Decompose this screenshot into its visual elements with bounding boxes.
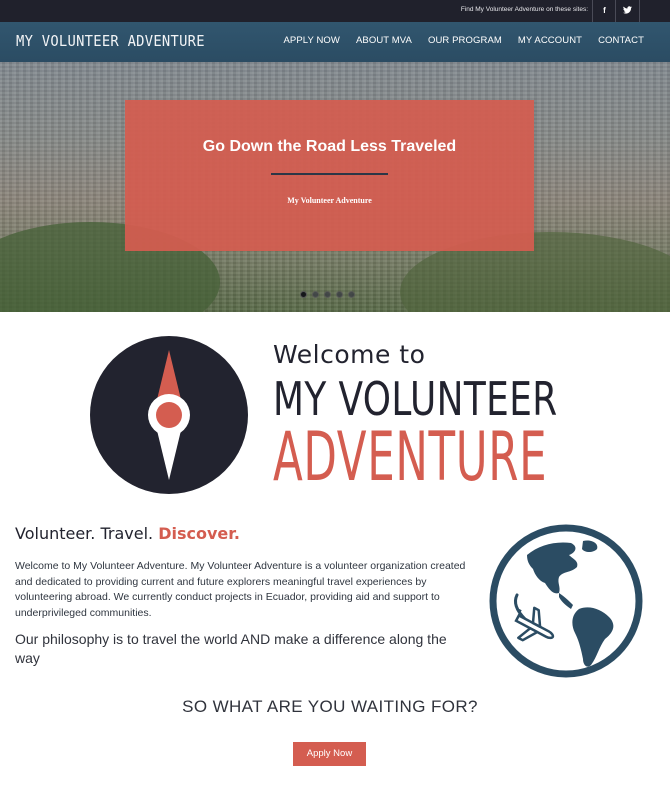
cta-heading: SO WHAT ARE YOU WAITING FOR? xyxy=(182,697,478,716)
tagline-accent: Discover. xyxy=(158,524,240,543)
slider-pagination xyxy=(300,291,355,298)
find-us-text: Find My Volunteer Adventure on these sit… xyxy=(460,6,588,13)
hero-slider: Go Down the Road Less Traveled My Volunt… xyxy=(0,62,670,312)
intro-paragraph: Welcome to My Volunteer Adventure. My Vo… xyxy=(15,560,466,619)
slider-dot-4[interactable] xyxy=(336,291,343,298)
compass-icon xyxy=(90,336,248,494)
hero-subtitle: My Volunteer Adventure xyxy=(287,196,372,205)
nav-my-account[interactable]: MY ACCOUNT xyxy=(518,35,582,46)
slider-dot-3[interactable] xyxy=(324,291,331,298)
hero-caption-box: Go Down the Road Less Traveled My Volunt… xyxy=(125,100,534,251)
nav-our-program[interactable]: OUR PROGRAM xyxy=(428,35,502,46)
hero-divider xyxy=(271,173,388,175)
slider-dot-1[interactable] xyxy=(300,291,307,298)
slider-dot-5[interactable] xyxy=(348,291,355,298)
slider-dot-2[interactable] xyxy=(312,291,319,298)
hero-title: Go Down the Road Less Traveled xyxy=(202,138,457,155)
globe-airplane-icon xyxy=(489,524,643,678)
facebook-icon[interactable]: f xyxy=(592,0,616,22)
philosophy-text: Our philosophy is to travel the world AN… xyxy=(15,631,447,666)
main-navbar: MY VOLUNTEER ADVENTURE APPLY NOW ABOUT M… xyxy=(0,22,670,62)
tagline-text: Volunteer. Travel. xyxy=(15,524,159,543)
main-nav: APPLY NOW ABOUT MVA OUR PROGRAM MY ACCOU… xyxy=(267,35,644,46)
nav-apply-now[interactable]: APPLY NOW xyxy=(283,35,340,46)
nav-about-mva[interactable]: ABOUT MVA xyxy=(356,35,412,46)
site-logo[interactable]: MY VOLUNTEER ADVENTURE xyxy=(16,32,205,50)
nav-contact[interactable]: CONTACT xyxy=(598,35,644,46)
welcome-to-text: Welcome to xyxy=(273,340,426,369)
twitter-icon[interactable] xyxy=(615,0,640,22)
apply-now-button[interactable]: Apply Now xyxy=(293,742,366,766)
tagline: Volunteer. Travel. Discover. xyxy=(15,524,240,543)
brand-line-adventure: ADVENTURE xyxy=(273,418,548,497)
top-utility-bar: Find My Volunteer Adventure on these sit… xyxy=(0,0,670,22)
